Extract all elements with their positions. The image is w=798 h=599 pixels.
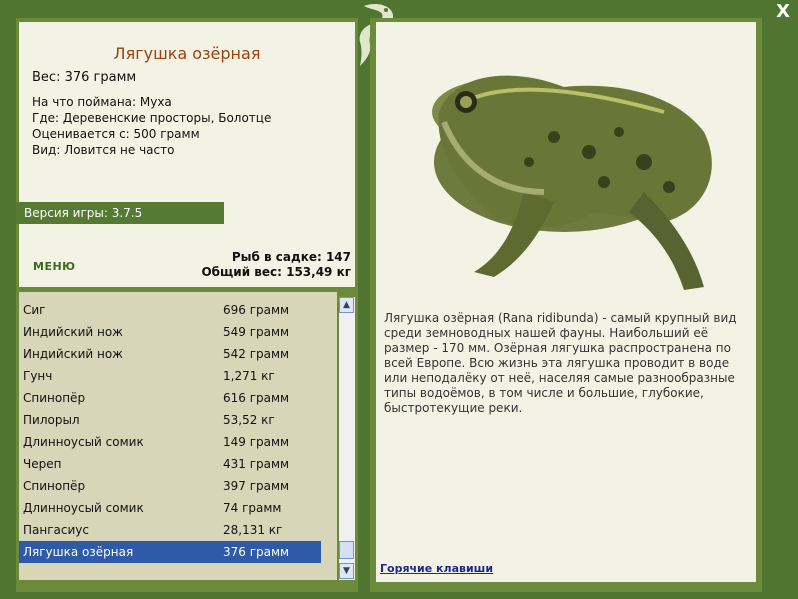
scroll-thumb[interactable] bbox=[339, 541, 354, 559]
list-item-weight: 696 грамм bbox=[223, 303, 290, 317]
arrow-up-icon[interactable]: ▲ bbox=[339, 297, 354, 313]
list-item-name: Сиг bbox=[23, 303, 46, 317]
list-item-name: Индийский нож bbox=[23, 325, 123, 339]
list-item-weight: 53,52 кг bbox=[223, 413, 275, 427]
list-item-name: Спинопёр bbox=[23, 479, 86, 493]
list-item-weight: 74 грамм bbox=[223, 501, 282, 515]
list-item[interactable]: Гунч 1,271 кг bbox=[19, 365, 321, 387]
list-item-weight: 616 грамм bbox=[223, 391, 290, 405]
catch-list-scrollbar[interactable]: ▲ ▼ bbox=[339, 297, 355, 580]
list-item-name: Лягушка озёрная bbox=[23, 545, 134, 559]
list-item-weight: 376 грамм bbox=[223, 545, 290, 559]
list-item-weight: 397 грамм bbox=[223, 479, 290, 493]
list-item[interactable]: Пилорыл 53,52 кг bbox=[19, 409, 321, 431]
hotkeys-link[interactable]: Горячие клавиши bbox=[380, 562, 493, 575]
list-item-name: Пилорыл bbox=[23, 413, 80, 427]
list-item-name: Индийский нож bbox=[23, 347, 123, 361]
fish-details: На что поймана: Муха Где: Деревенские пр… bbox=[32, 94, 271, 158]
cage-summary: Рыб в садке: 147 Общий вес: 153,49 кг bbox=[201, 250, 351, 280]
fish-weight: Вес: 376 грамм bbox=[32, 70, 137, 85]
cage-fish-count: Рыб в садке: 147 bbox=[231, 250, 351, 264]
list-item[interactable]: Лягушка озёрная 376 грамм bbox=[19, 541, 321, 563]
list-item[interactable]: Длинноусый сомик 149 грамм bbox=[19, 431, 321, 453]
fish-location: Где: Деревенские просторы, Болотце bbox=[32, 111, 272, 125]
list-item[interactable]: Индийский нож 549 грамм bbox=[19, 321, 321, 343]
list-item-weight: 1,271 кг bbox=[223, 369, 275, 383]
menu-button[interactable]: МЕНЮ bbox=[33, 260, 76, 273]
fish-value: Оценивается с: 500 грамм bbox=[32, 127, 200, 141]
list-item-weight: 549 грамм bbox=[223, 325, 290, 339]
list-item[interactable]: Пангасиус 28,131 кг bbox=[19, 519, 321, 541]
list-item-name: Длинноусый сомик bbox=[23, 435, 144, 449]
list-item[interactable]: Спинопёр 397 грамм bbox=[19, 475, 321, 497]
list-item-name: Череп bbox=[23, 457, 62, 471]
list-item-name: Пангасиус bbox=[23, 523, 89, 537]
fish-rarity: Вид: Ловится не часто bbox=[32, 143, 175, 157]
fish-description-card: Лягушка озёрная (Rana ridibunda) - самый… bbox=[376, 22, 756, 582]
cage-total-weight: Общий вес: 153,49 кг bbox=[201, 265, 351, 279]
list-item-weight: 149 грамм bbox=[223, 435, 290, 449]
fish-bait: На что поймана: Муха bbox=[32, 95, 172, 109]
fish-info-card: Лягушка озёрная Вес: 376 грамм На что по… bbox=[16, 22, 355, 287]
list-item[interactable]: Череп 431 грамм bbox=[19, 453, 321, 475]
frog-image bbox=[432, 75, 712, 290]
arrow-down-icon[interactable]: ▼ bbox=[339, 563, 354, 579]
list-item-weight: 28,131 кг bbox=[223, 523, 283, 537]
close-button[interactable]: X bbox=[776, 3, 790, 21]
list-item-name: Длинноусый сомик bbox=[23, 501, 144, 515]
version-bar: Версия игры: 3.7.5 bbox=[16, 202, 224, 224]
list-item-weight: 542 грамм bbox=[223, 347, 290, 361]
list-item[interactable]: Длинноусый сомик 74 грамм bbox=[19, 497, 321, 519]
fish-description: Лягушка озёрная (Rana ridibunda) - самый… bbox=[384, 311, 737, 415]
list-item[interactable]: Спинопёр 616 грамм bbox=[19, 387, 321, 409]
list-item-name: Гунч bbox=[23, 369, 53, 383]
list-item-weight: 431 грамм bbox=[223, 457, 290, 471]
list-item-name: Спинопёр bbox=[23, 391, 86, 405]
catch-list: Сиг 696 грамм Индийский нож 549 грамм Индийс… bbox=[19, 292, 337, 580]
list-item[interactable]: Сиг 696 грамм bbox=[19, 299, 321, 321]
list-item[interactable]: Индийский нож 542 грамм bbox=[19, 343, 321, 365]
fish-title: Лягушка озёрная bbox=[113, 44, 261, 63]
